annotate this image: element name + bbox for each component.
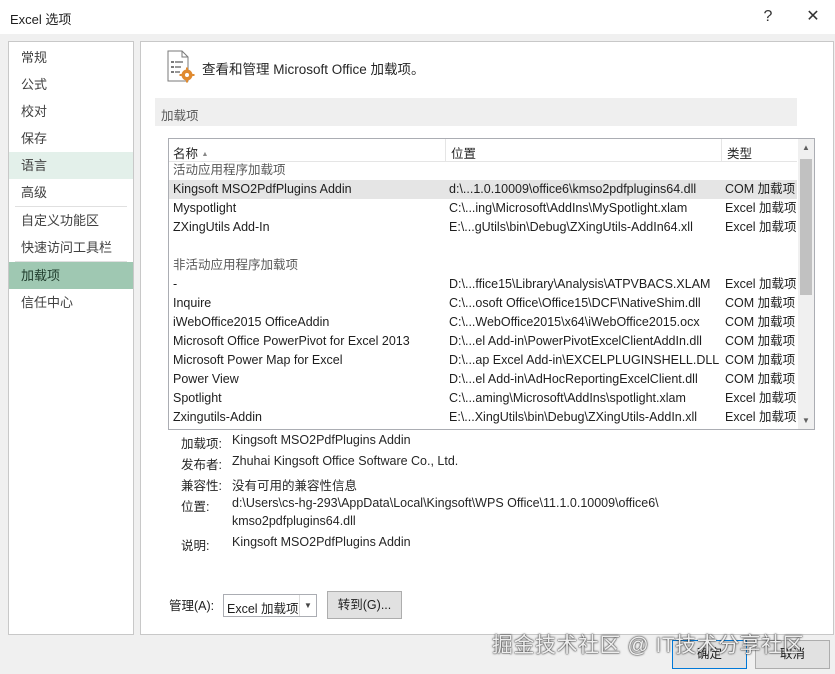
table-row[interactable]: - D:\...ffice15\Library\Analysis\ATPVBACS… xyxy=(169,275,797,294)
table-row[interactable]: Kingsoft MSO2PdfPlugins Addin d:\...1.0.1… xyxy=(169,180,797,199)
detail-location-value-line2: kmso2pdfplugins64.dll xyxy=(232,514,356,528)
sidebar-item-formulas[interactable]: 公式 xyxy=(9,71,133,98)
table-row[interactable]: ZXingUtils Add-In E:\...gUtils\bin\Debug\… xyxy=(169,218,797,237)
row-name: Zxingutils-Addin xyxy=(173,410,262,424)
table-row[interactable]: Microsoft Power Map for Excel D:\...ap Ex… xyxy=(169,351,797,370)
detail-compat-label: 兼容性: xyxy=(181,479,222,493)
list-rows: 活动应用程序加载项 Kingsoft MSO2PdfPlugins Addin d… xyxy=(169,161,797,427)
detail-compat-value: 没有可用的兼容性信息 xyxy=(232,479,358,493)
detail-addin-label: 加载项: xyxy=(181,437,222,451)
close-button[interactable]: ✕ xyxy=(793,3,833,31)
row-location: d:\...1.0.10009\office6\kmso2pdfplugins6… xyxy=(449,182,697,196)
group-header-inactive: 非活动应用程序加载项 xyxy=(173,258,299,272)
sidebar-item-quick-access-toolbar[interactable]: 快速访问工具栏 xyxy=(9,234,133,261)
row-name: Myspotlight xyxy=(173,201,237,215)
row-type: COM 加载项 xyxy=(725,296,796,310)
row-name: iWebOffice2015 OfficeAddin xyxy=(173,315,330,329)
group-header-active: 活动应用程序加载项 xyxy=(173,163,286,177)
table-row[interactable]: Inquire C:\...osoft Office\Office15\DCF\N… xyxy=(169,294,797,313)
column-header-name[interactable]: 名称 ▲ xyxy=(173,143,208,162)
row-location: E:\...gUtils\bin\Debug\ZXingUtils-AddIn6… xyxy=(449,220,693,234)
table-row[interactable]: Myspotlight C:\...ing\Microsoft\AddIns\My… xyxy=(169,199,797,218)
row-type: Excel 加载项 xyxy=(725,201,797,215)
row-type: Excel 加载项 xyxy=(725,391,797,405)
help-button[interactable]: ? xyxy=(748,3,788,31)
addins-panel: 查看和管理 Microsoft Office 加载项。 加载项 名称 ▲ 位置 … xyxy=(140,41,834,635)
sidebar-item-proofing[interactable]: 校对 xyxy=(9,98,133,125)
sort-ascending-icon: ▲ xyxy=(201,151,209,158)
table-row[interactable]: Zxingutils-Addin E:\...XingUtils\bin\Debu… xyxy=(169,408,797,427)
row-type: Excel 加载项 xyxy=(725,220,797,234)
row-type: Excel 加载项 xyxy=(725,277,797,291)
scrollbar-thumb[interactable] xyxy=(800,159,812,295)
sidebar-item-advanced[interactable]: 高级 xyxy=(9,179,133,206)
detail-desc-value: Kingsoft MSO2PdfPlugins Addin xyxy=(232,535,411,549)
detail-publisher-value: Zhuhai Kingsoft Office Software Co., Ltd… xyxy=(232,454,459,468)
manage-select-value: Excel 加载项 xyxy=(227,602,299,616)
row-name: Microsoft Power Map for Excel xyxy=(173,353,343,367)
detail-location-label: 位置: xyxy=(181,500,210,514)
row-location: C:\...osoft Office\Office15\DCF\NativeSh… xyxy=(449,296,701,310)
title-bar: Excel 选项 ? ✕ xyxy=(0,0,835,34)
row-location: C:\...WebOffice2015\x64\iWebOffice2015.o… xyxy=(449,315,700,329)
options-sidebar: 常规 公式 校对 保存 语言 高级 自定义功能区 快速访问工具栏 加载项 信任中… xyxy=(8,41,134,635)
scroll-up-icon[interactable]: ▲ xyxy=(798,139,814,156)
row-type: Excel 加载项 xyxy=(725,410,797,424)
row-location: C:\...ing\Microsoft\AddIns\MySpotlight.x… xyxy=(449,201,688,215)
table-row[interactable]: iWebOffice2015 OfficeAddin C:\...WebOffic… xyxy=(169,313,797,332)
detail-desc-label: 说明: xyxy=(181,539,210,553)
table-row[interactable]: Power View D:\...el Add-in\AdHocReporting… xyxy=(169,370,797,389)
row-location: C:\...aming\Microsoft\AddIns\spotlight.x… xyxy=(449,391,686,405)
row-name: Microsoft Office PowerPivot for Excel 20… xyxy=(173,334,410,348)
column-separator[interactable] xyxy=(721,139,722,161)
page-title: 查看和管理 Microsoft Office 加载项。 xyxy=(202,62,425,77)
sidebar-item-language[interactable]: 语言 xyxy=(9,152,133,179)
sidebar-item-general[interactable]: 常规 xyxy=(9,44,133,71)
row-type: COM 加载项 xyxy=(725,315,796,329)
row-location: E:\...XingUtils\bin\Debug\ZXingUtils-Add… xyxy=(449,410,698,424)
row-name: Kingsoft MSO2PdfPlugins Addin xyxy=(173,182,352,196)
chevron-down-icon[interactable]: ▼ xyxy=(299,595,316,616)
row-type: COM 加载项 xyxy=(725,353,796,367)
sidebar-item-save[interactable]: 保存 xyxy=(9,125,133,152)
row-location: D:\...ffice15\Library\Analysis\ATPVBACS.… xyxy=(449,277,711,291)
row-location: D:\...el Add-in\AdHocReportingExcelClien… xyxy=(449,372,698,386)
row-name: Spotlight xyxy=(173,391,222,405)
sidebar-item-addins[interactable]: 加载项 xyxy=(9,262,133,289)
row-name: Inquire xyxy=(173,296,212,310)
section-header: 加载项 xyxy=(155,98,797,126)
list-header: 名称 ▲ 位置 类型 xyxy=(169,139,797,162)
row-type: COM 加载项 xyxy=(725,334,796,348)
row-location: D:\...ap Excel Add-in\EXCELPLUGINSHELL.D… xyxy=(449,353,719,367)
row-name: - xyxy=(173,277,178,291)
row-type: COM 加载项 xyxy=(725,372,796,386)
column-header-location[interactable]: 位置 xyxy=(451,143,476,162)
row-name: Power View xyxy=(173,372,239,386)
section-title: 加载项 xyxy=(161,109,199,123)
addins-list[interactable]: 名称 ▲ 位置 类型 活动应用程序加载项 Kingsoft MSO2PdfPlu… xyxy=(168,138,815,430)
watermark: 掘金技术社区 @ IT技术分享社区 xyxy=(492,634,805,657)
manage-select[interactable]: Excel 加载项 ▼ xyxy=(223,594,317,617)
detail-publisher-label: 发布者: xyxy=(181,458,222,472)
row-type: COM 加载项 xyxy=(725,182,796,196)
detail-location-value-line1: d:\Users\cs-hg-293\AppData\Local\Kingsof… xyxy=(232,496,659,510)
table-row[interactable]: Spotlight C:\...aming\Microsoft\AddIns\sp… xyxy=(169,389,797,408)
manage-label: 管理(A): xyxy=(169,599,215,613)
column-header-type[interactable]: 类型 xyxy=(727,143,752,162)
sidebar-item-customize-ribbon[interactable]: 自定义功能区 xyxy=(9,207,133,234)
list-scrollbar[interactable]: ▲ ▼ xyxy=(798,139,814,429)
row-name: ZXingUtils Add-In xyxy=(173,220,270,234)
detail-addin-value: Kingsoft MSO2PdfPlugins Addin xyxy=(232,433,411,447)
sidebar-item-trust-center[interactable]: 信任中心 xyxy=(9,289,133,316)
column-separator[interactable] xyxy=(445,139,446,161)
table-row[interactable]: Microsoft Office PowerPivot for Excel 20… xyxy=(169,332,797,351)
window-title: Excel 选项 xyxy=(10,12,72,27)
row-location: D:\...el Add-in\PowerPivotExcelClientAdd… xyxy=(449,334,702,348)
scroll-down-icon[interactable]: ▼ xyxy=(798,412,814,429)
addins-gear-icon xyxy=(167,50,195,83)
goto-button[interactable]: 转到(G)... xyxy=(327,591,402,619)
